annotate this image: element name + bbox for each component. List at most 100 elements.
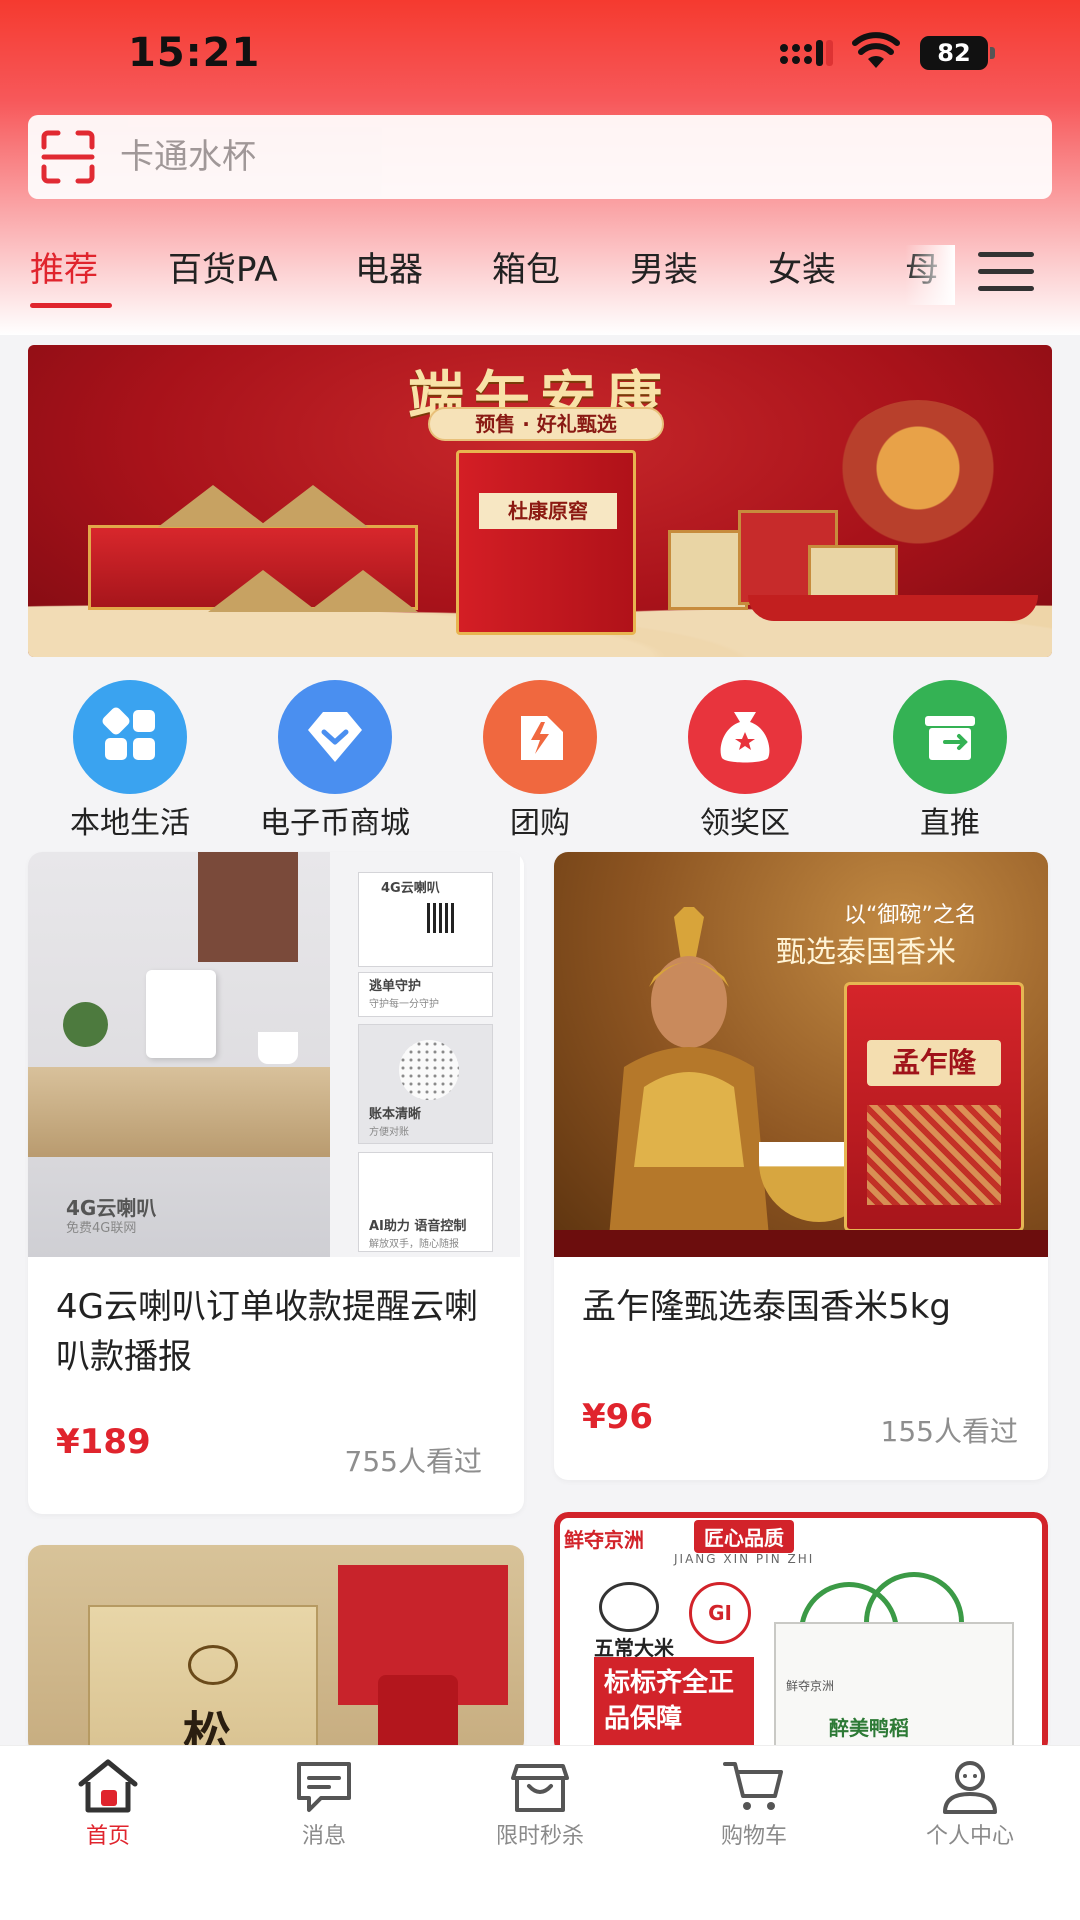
rice-bag: 孟乍隆 [844,982,1024,1232]
profile-icon[interactable] [937,1756,1003,1816]
product-image[interactable]: 以“御碗”之名 甄选泰国香米 孟乍隆 [554,852,1048,1257]
grid-icon[interactable] [73,680,187,794]
tab-general-goods[interactable]: 百货PA [168,245,278,295]
panel-title: 账本清晰 [369,1107,422,1122]
diamond-chevron-icon[interactable] [278,680,392,794]
product-price: ¥189 [56,1422,151,1462]
banner-subtitle: 预售 · 好礼甄选 [428,407,664,441]
product-card[interactable]: 松 [28,1545,524,1755]
zongzi-icon [158,485,268,527]
tab-bags[interactable]: 箱包 [492,245,560,295]
product-image[interactable]: 松 [28,1545,524,1755]
quick-link-label: 本地生活 [70,806,190,841]
nav-profile[interactable]: 个人中心 [880,1756,1060,1852]
nav-messages[interactable]: 消息 [234,1756,414,1852]
image-caption-sub: 免费4G联网 [66,1221,137,1236]
quick-link-prize-zone[interactable]: 领奖区 [645,680,845,844]
speaker-grille [399,1040,459,1100]
nav-label: 消息 [301,1824,346,1849]
battery-level: 82 [920,36,988,70]
panel-subtitle: 守护每一分守护 [369,999,439,1010]
bag-small-text: 鲜夺京洲 [786,1679,835,1693]
nav-label: 购物车 [720,1824,787,1849]
panel-subtitle: 方便对账 [369,1127,409,1138]
bag-pattern [867,1105,1001,1205]
product-image[interactable]: 鲜夺京洲 匠心品质 JIANG XIN PIN ZHI 五常大米 GI 标标齐全… [554,1512,1048,1755]
shelf [28,1067,330,1157]
quality-tag: 匠心品质 [694,1520,794,1553]
bottom-strip [554,1230,1048,1257]
brand-logo-icon [599,1582,659,1632]
plant-icon [63,1002,108,1047]
menu-icon[interactable] [978,250,1034,294]
zongzi-icon [208,570,318,612]
cart-icon[interactable] [721,1756,787,1816]
product-views: 155人看过 [880,1415,1018,1448]
nav-flash-sale[interactable]: 限时秒杀 [450,1756,630,1852]
tab-menswear[interactable]: 男装 [630,245,698,295]
quick-link-direct-push[interactable]: 直推 [850,680,1050,844]
quick-link-group-buy[interactable]: 团购 [440,680,640,844]
status-bar: 15:21 82 [0,0,1080,110]
tag-lightning-icon[interactable] [483,680,597,794]
rice-brand-label: 孟乍隆 [867,1040,1001,1086]
cellular-signal-icon [780,40,833,66]
money-bag-icon[interactable] [688,680,802,794]
nav-label: 首页 [85,1824,130,1849]
search-input[interactable]: 卡通水杯 [120,133,256,181]
flash-sale-icon[interactable] [507,1756,573,1816]
product-price: ¥96 [582,1397,653,1437]
product-image[interactable]: 4G云喇叭 逃单守护 守护每一分守护 账本清晰 方便对账 AI助力 语音控制 解… [28,852,524,1257]
emblem-icon [188,1645,238,1685]
panel-subtitle: 解放双手，随心随报 [369,1239,459,1250]
quick-link-ecoin-mall[interactable]: 电子币商城 [235,680,435,844]
product-card[interactable]: 以“御碗”之名 甄选泰国香米 孟乍隆 孟乍隆甄选泰国香米5kg ¥96 155人… [554,852,1048,1480]
home-icon[interactable] [75,1756,141,1816]
product-title[interactable]: 4G云喇叭订单收款提醒云喇叭款播报 [56,1282,496,1382]
quick-link-label: 电子币商城 [260,806,410,841]
guarantee-box: 标标齐全正品保障 [594,1657,754,1747]
feature-panel: 4G云喇叭 [358,872,493,967]
quick-link-local-life[interactable]: 本地生活 [30,680,230,844]
feature-panel: 账本清晰 方便对账 [358,1024,493,1144]
cup-icon [258,1032,298,1064]
tab-electronics[interactable]: 电器 [355,245,423,295]
active-tab-indicator [30,303,112,308]
red-jar [378,1675,458,1755]
nav-home[interactable]: 首页 [18,1756,198,1852]
product-title[interactable]: 孟乍隆甄选泰国香米5kg [582,1282,1022,1332]
zongzi-icon [258,485,368,527]
qr-code-icon [427,903,457,933]
category-tabs: 推荐 百货PA 电器 箱包 男装 女装 母 [0,245,1080,315]
nav-label: 限时秒杀 [495,1824,584,1849]
bottom-navigation: 首页 消息 限时秒杀 购物车 个人中心 [0,1745,1080,1920]
quick-link-label: 领奖区 [700,806,790,841]
quick-link-label: 团购 [510,806,570,841]
nav-label: 个人中心 [925,1824,1014,1849]
tab-womenswear[interactable]: 女装 [768,245,836,295]
gi-seal-icon: GI [689,1582,751,1644]
ad-headline: 以“御碗”之名 [844,903,977,928]
quick-link-label: 直推 [920,806,980,841]
speaker-device [146,970,216,1058]
panel-title: AI助力 语音控制 [369,1219,467,1234]
share-box-icon[interactable] [893,680,1007,794]
scan-icon[interactable] [38,127,98,187]
tab-recommended[interactable]: 推荐 [30,245,98,295]
product-card[interactable]: 鲜夺京洲 匠心品质 JIANG XIN PIN ZHI 五常大米 GI 标标齐全… [554,1512,1048,1755]
product-card[interactable]: 4G云喇叭 逃单守护 守护每一分守护 账本清晰 方便对账 AI助力 语音控制 解… [28,852,524,1514]
search-bar[interactable]: 卡通水杯 [28,115,1052,199]
tab-overflow-fade [905,245,955,305]
battery-indicator: 82 [920,36,996,70]
ad-subheadline: 甄选泰国香米 [776,935,956,970]
message-icon[interactable] [291,1756,357,1816]
panel-title: 逃单守护 [369,979,422,994]
wall-art [198,852,298,962]
status-time: 15:21 [128,30,261,76]
nav-cart[interactable]: 购物车 [664,1756,844,1852]
battery-tip [990,47,995,59]
promo-banner[interactable]: 端午安康 预售 · 好礼甄选 杜康原窖 [28,345,1052,657]
dragon-boat [748,595,1038,621]
liquor-gift-box: 杜康原窖 [456,450,636,635]
ad-sub: JIANG XIN PIN ZHI [674,1552,815,1566]
